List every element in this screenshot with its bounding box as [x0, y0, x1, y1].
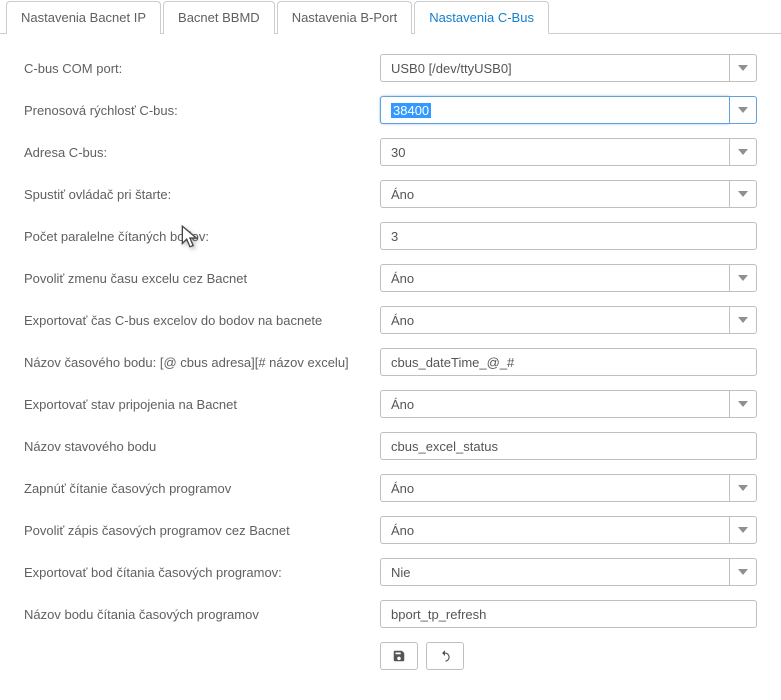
chevron-down-icon: [738, 569, 748, 575]
enable-tp-read-select[interactable]: Áno: [380, 474, 729, 502]
chevron-down-icon: [738, 485, 748, 491]
baud-select[interactable]: 38400: [380, 96, 729, 124]
label-tp-point-name: Názov bodu čítania časových programov: [24, 607, 380, 622]
tab-bar: Nastavenia Bacnet IP Bacnet BBMD Nastave…: [0, 0, 781, 34]
tp-point-name-input[interactable]: [380, 600, 757, 628]
status-point-input[interactable]: [380, 432, 757, 460]
chevron-down-icon: [738, 317, 748, 323]
allow-time-select[interactable]: Áno: [380, 264, 729, 292]
tab-cbus[interactable]: Nastavenia C-Bus: [414, 1, 549, 34]
export-time-trigger[interactable]: [729, 306, 757, 334]
parallel-input[interactable]: [380, 222, 757, 250]
chevron-down-icon: [738, 401, 748, 407]
save-icon: [392, 649, 406, 663]
allow-time-trigger[interactable]: [729, 264, 757, 292]
label-start-driver: Spustiť ovládač pri štarte:: [24, 187, 380, 202]
label-baud: Prenosová rýchlosť C-bus:: [24, 103, 380, 118]
allow-tp-write-select[interactable]: Áno: [380, 516, 729, 544]
chevron-down-icon: [738, 275, 748, 281]
time-point-name-input[interactable]: [380, 348, 757, 376]
chevron-down-icon: [738, 527, 748, 533]
allow-tp-write-trigger[interactable]: [729, 516, 757, 544]
label-export-tp-read: Exportovať bod čítania časových programo…: [24, 565, 380, 580]
label-status-point: Názov stavového bodu: [24, 439, 380, 454]
export-tp-read-select[interactable]: Nie: [380, 558, 729, 586]
export-tp-read-trigger[interactable]: [729, 558, 757, 586]
export-conn-trigger[interactable]: [729, 390, 757, 418]
label-parallel: Počet paralelne čítaných bodov:: [24, 229, 380, 244]
addr-select[interactable]: 30: [380, 138, 729, 166]
label-export-conn: Exportovať stav pripojenia na Bacnet: [24, 397, 380, 412]
label-enable-tp-read: Zapnúť čítanie časových programov: [24, 481, 380, 496]
start-driver-trigger[interactable]: [729, 180, 757, 208]
save-button[interactable]: [380, 642, 418, 670]
chevron-down-icon: [738, 191, 748, 197]
cbus-settings-form: C-bus COM port: USB0 [/dev/ttyUSB0] Pren…: [0, 34, 781, 690]
tab-bport[interactable]: Nastavenia B-Port: [277, 1, 413, 34]
label-allow-tp-write: Povoliť zápis časových programov cez Bac…: [24, 523, 380, 538]
chevron-down-icon: [738, 149, 748, 155]
export-time-select[interactable]: Áno: [380, 306, 729, 334]
addr-trigger[interactable]: [729, 138, 757, 166]
reset-button[interactable]: [426, 642, 464, 670]
com-port-select[interactable]: USB0 [/dev/ttyUSB0]: [380, 54, 729, 82]
start-driver-select[interactable]: Áno: [380, 180, 729, 208]
chevron-down-icon: [738, 107, 748, 113]
export-conn-select[interactable]: Áno: [380, 390, 729, 418]
label-time-point-name: Názov časového bodu: [@ cbus adresa][# n…: [24, 355, 380, 370]
com-port-trigger[interactable]: [729, 54, 757, 82]
tab-bacnet-bbmd[interactable]: Bacnet BBMD: [163, 1, 275, 34]
label-allow-time: Povoliť zmenu času excelu cez Bacnet: [24, 271, 380, 286]
chevron-down-icon: [738, 65, 748, 71]
label-export-time: Exportovať čas C-bus excelov do bodov na…: [24, 313, 380, 328]
label-addr: Adresa C-bus:: [24, 145, 380, 160]
label-com-port: C-bus COM port:: [24, 61, 380, 76]
undo-icon: [438, 649, 452, 663]
tab-bacnet-ip[interactable]: Nastavenia Bacnet IP: [6, 1, 161, 34]
baud-trigger[interactable]: [729, 96, 757, 124]
enable-tp-read-trigger[interactable]: [729, 474, 757, 502]
